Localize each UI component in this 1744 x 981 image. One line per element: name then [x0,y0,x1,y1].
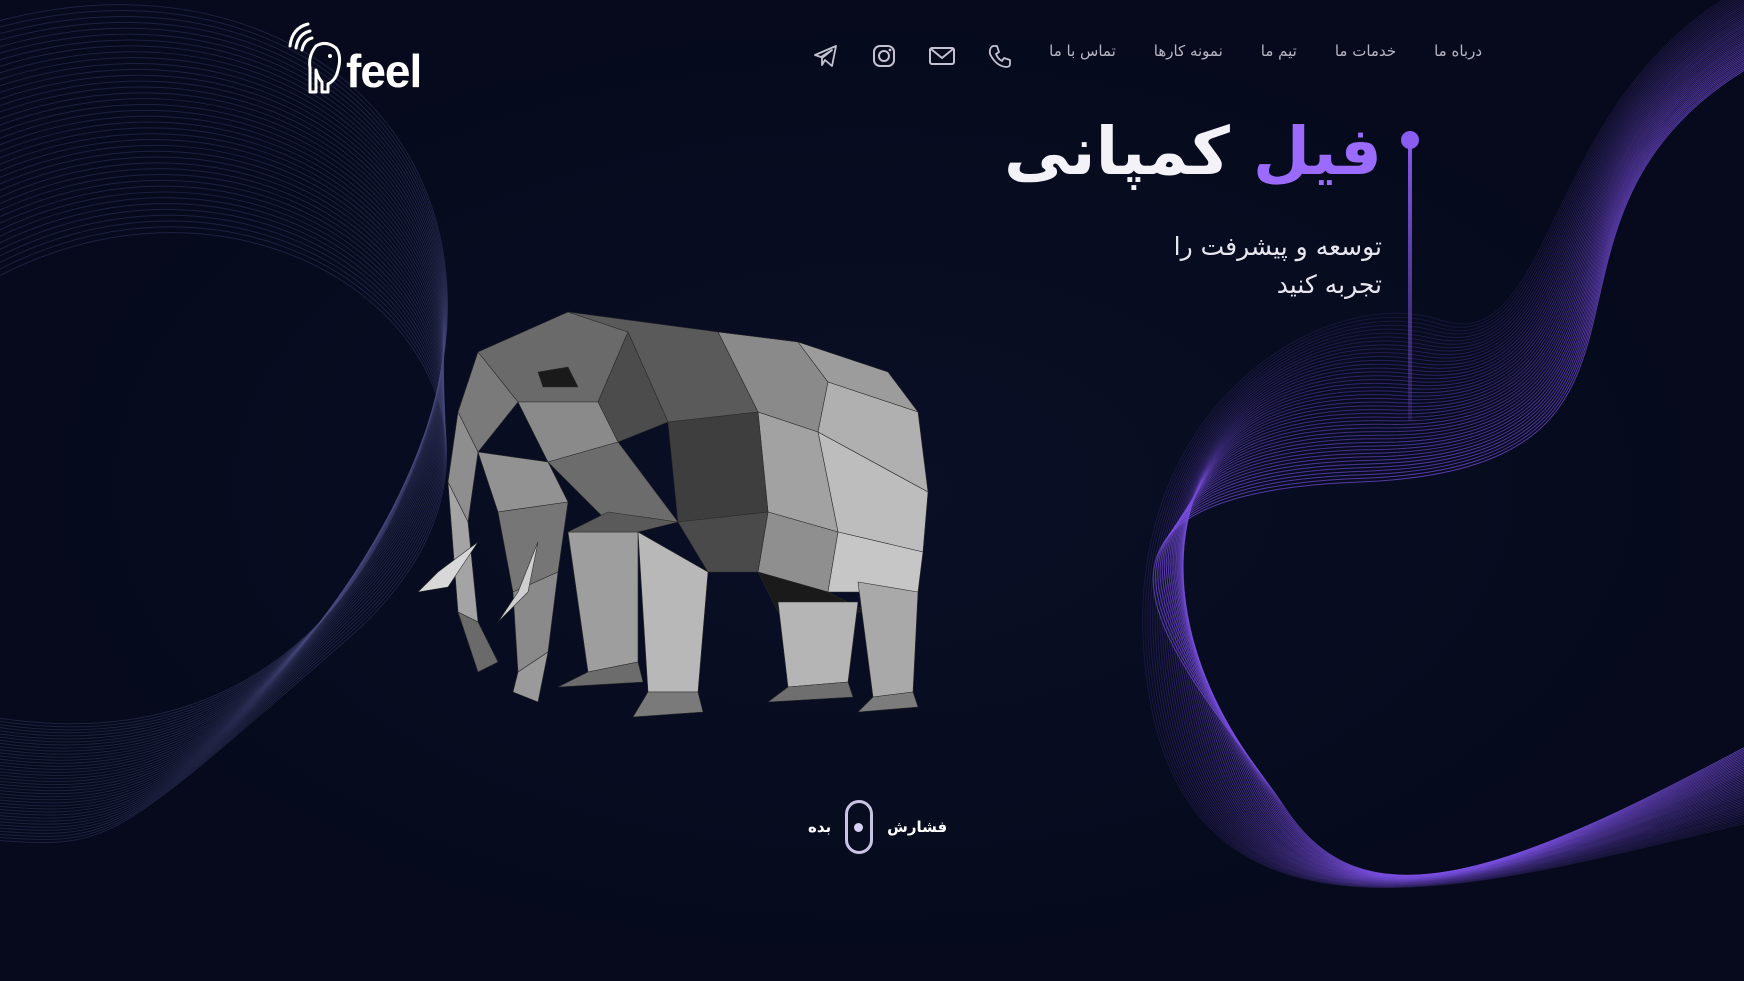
hero-accent-line [1408,131,1412,421]
phone-icon[interactable] [986,42,1014,70]
logo-wordmark: feel [346,45,422,97]
nav-team[interactable]: تیم ما [1261,42,1297,60]
social-links [812,42,1014,70]
telegram-icon[interactable] [812,42,840,70]
hero-subtitle-line2: تجربه کنید [1276,269,1382,299]
hero-subtitle-line1: توسعه و پیشرفت را [1173,232,1382,261]
press-hint[interactable]: فشارش بده [808,800,947,854]
hero-title: فیل کمپانی [1004,112,1382,191]
press-hint-word-2: بده [808,818,832,836]
hero-accent-dot [1401,131,1419,149]
hero-title-accent: فیل [1252,113,1382,190]
hero-stage: feel درباه ما خدمات ما تیم ما نمونه کاره… [0,0,1744,981]
mouse-dot [854,823,864,832]
brand-logo[interactable]: feel [282,18,432,96]
press-hint-word-1: فشارش [887,818,948,836]
nav-portfolio[interactable]: نمونه کارها [1154,42,1223,60]
hero-subtitle: توسعه و پیشرفت را تجربه کنید [1122,228,1382,303]
mouse-scroll-icon[interactable] [845,800,874,854]
hero-title-rest: کمپانی [1004,113,1230,190]
instagram-icon[interactable] [870,42,898,70]
main-nav: درباه ما خدمات ما تیم ما نمونه کارها تما… [1049,42,1482,60]
nav-about[interactable]: درباه ما [1434,42,1482,60]
nav-contact[interactable]: تماس با ما [1049,42,1116,60]
mail-icon[interactable] [928,42,956,70]
elephant-3d-model[interactable] [418,292,938,752]
nav-services[interactable]: خدمات ما [1335,42,1396,60]
